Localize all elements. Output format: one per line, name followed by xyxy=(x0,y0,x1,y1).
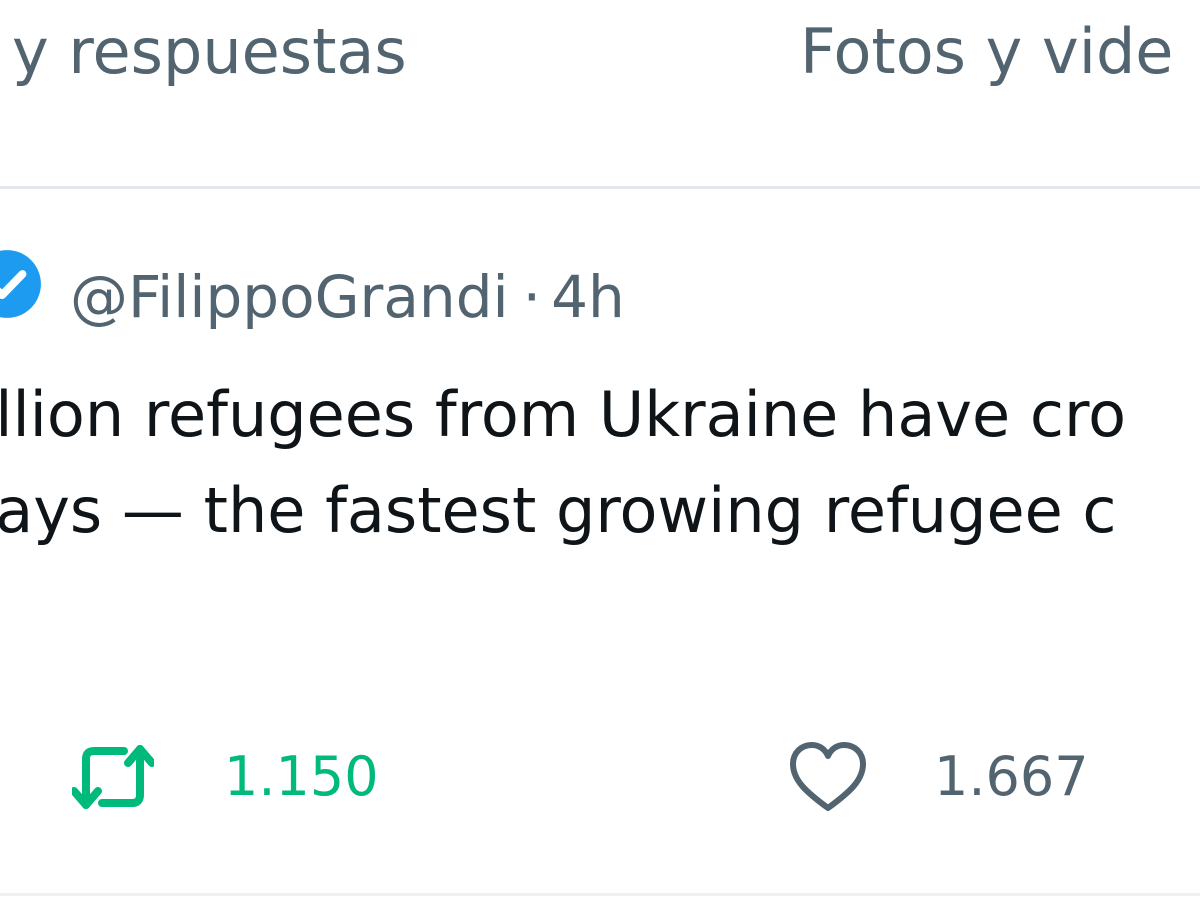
tweet-divider xyxy=(0,893,1200,896)
heart-icon xyxy=(790,742,866,811)
profile-tabs: s y respuestas Fotos y vide xyxy=(0,0,1200,188)
header-separator: · xyxy=(522,263,542,331)
retweet-button[interactable]: 1.150 xyxy=(72,737,379,817)
retweet-icon xyxy=(72,745,154,809)
like-button[interactable]: 1.667 xyxy=(788,737,1089,817)
retweet-count: 1.150 xyxy=(224,745,379,808)
tweet-text: illion refugees from Ukraine have cro la… xyxy=(0,367,1200,559)
tweet-text-line: lays — the fastest growing refugee c xyxy=(0,474,1117,547)
tab-tweets-and-replies[interactable]: s y respuestas xyxy=(0,12,407,92)
verified-badge-icon xyxy=(0,250,41,318)
tweet-text-line: illion refugees from Ukraine have cro xyxy=(0,378,1126,451)
tweet-header: @FilippoGrandi · 4h xyxy=(70,261,625,333)
like-count: 1.667 xyxy=(934,745,1089,808)
tweet-timestamp[interactable]: 4h xyxy=(551,263,625,331)
tweet[interactable]: @FilippoGrandi · 4h illion refugees from U… xyxy=(0,189,1200,900)
profile-timeline: s y respuestas Fotos y vide @FilippoGran… xyxy=(0,0,1200,900)
tab-photos-and-videos[interactable]: Fotos y vide xyxy=(800,12,1173,92)
tweet-author-handle[interactable]: @FilippoGrandi xyxy=(70,263,509,331)
